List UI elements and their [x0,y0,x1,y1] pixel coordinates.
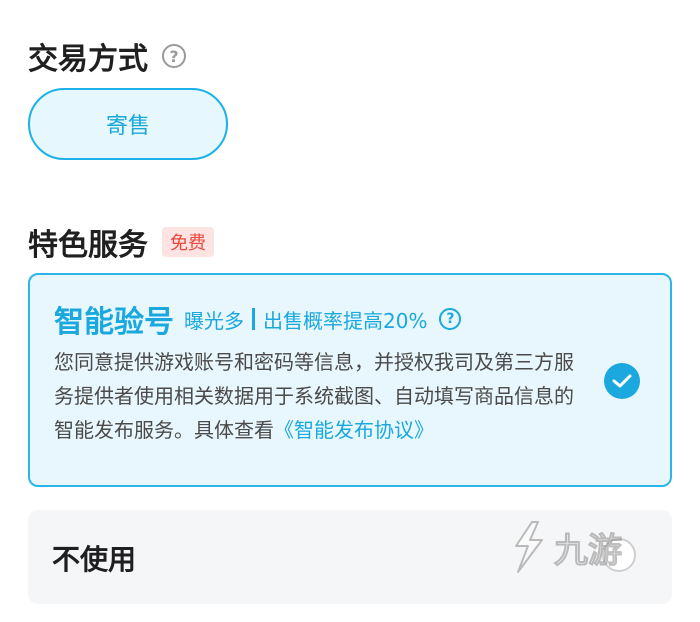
question-circle-icon[interactable]: ? [162,44,186,68]
question-circle-icon[interactable]: ? [439,308,462,330]
trade-method-label: 交易方式 [28,42,148,77]
special-service-label: 特色服务 [28,228,148,263]
watermark: 九游 [508,520,623,574]
smart-verify-title: 智能验号 [54,305,174,340]
exposure-text: 曝光多 [184,308,244,333]
consignment-option-label: 寄售 [105,114,150,139]
smart-verify-description: 您同意提供游戏账号和密码等信息，并授权我司及第三方服务提供者使用相关数据用于系统… [54,345,582,447]
smart-verify-subtitle: 曝光多 出售概率提高20% ? [184,305,462,334]
trade-method-title: 交易方式 ? [28,34,186,78]
checkmark-icon[interactable] [604,363,640,399]
special-service-title: 特色服务 免费 [28,220,214,264]
jiuyou-logo-icon [515,521,543,573]
subtitle-divider [252,308,255,330]
free-badge: 免费 [162,227,214,257]
smart-verify-header: 智能验号 曝光多 出售概率提高20% ? [54,297,462,341]
watermark-text: 九游 [554,530,623,571]
sale-rate-text: 出售概率提高20% [263,308,428,333]
no-use-label: 不使用 [52,543,137,576]
agreement-link[interactable]: 《智能发布协议》 [274,418,434,442]
consignment-option-button[interactable]: 寄售 [28,88,228,160]
smart-verify-option-card[interactable]: 智能验号 曝光多 出售概率提高20% ? 您同意提供游戏账号和密码等信息，并授权… [28,273,672,487]
